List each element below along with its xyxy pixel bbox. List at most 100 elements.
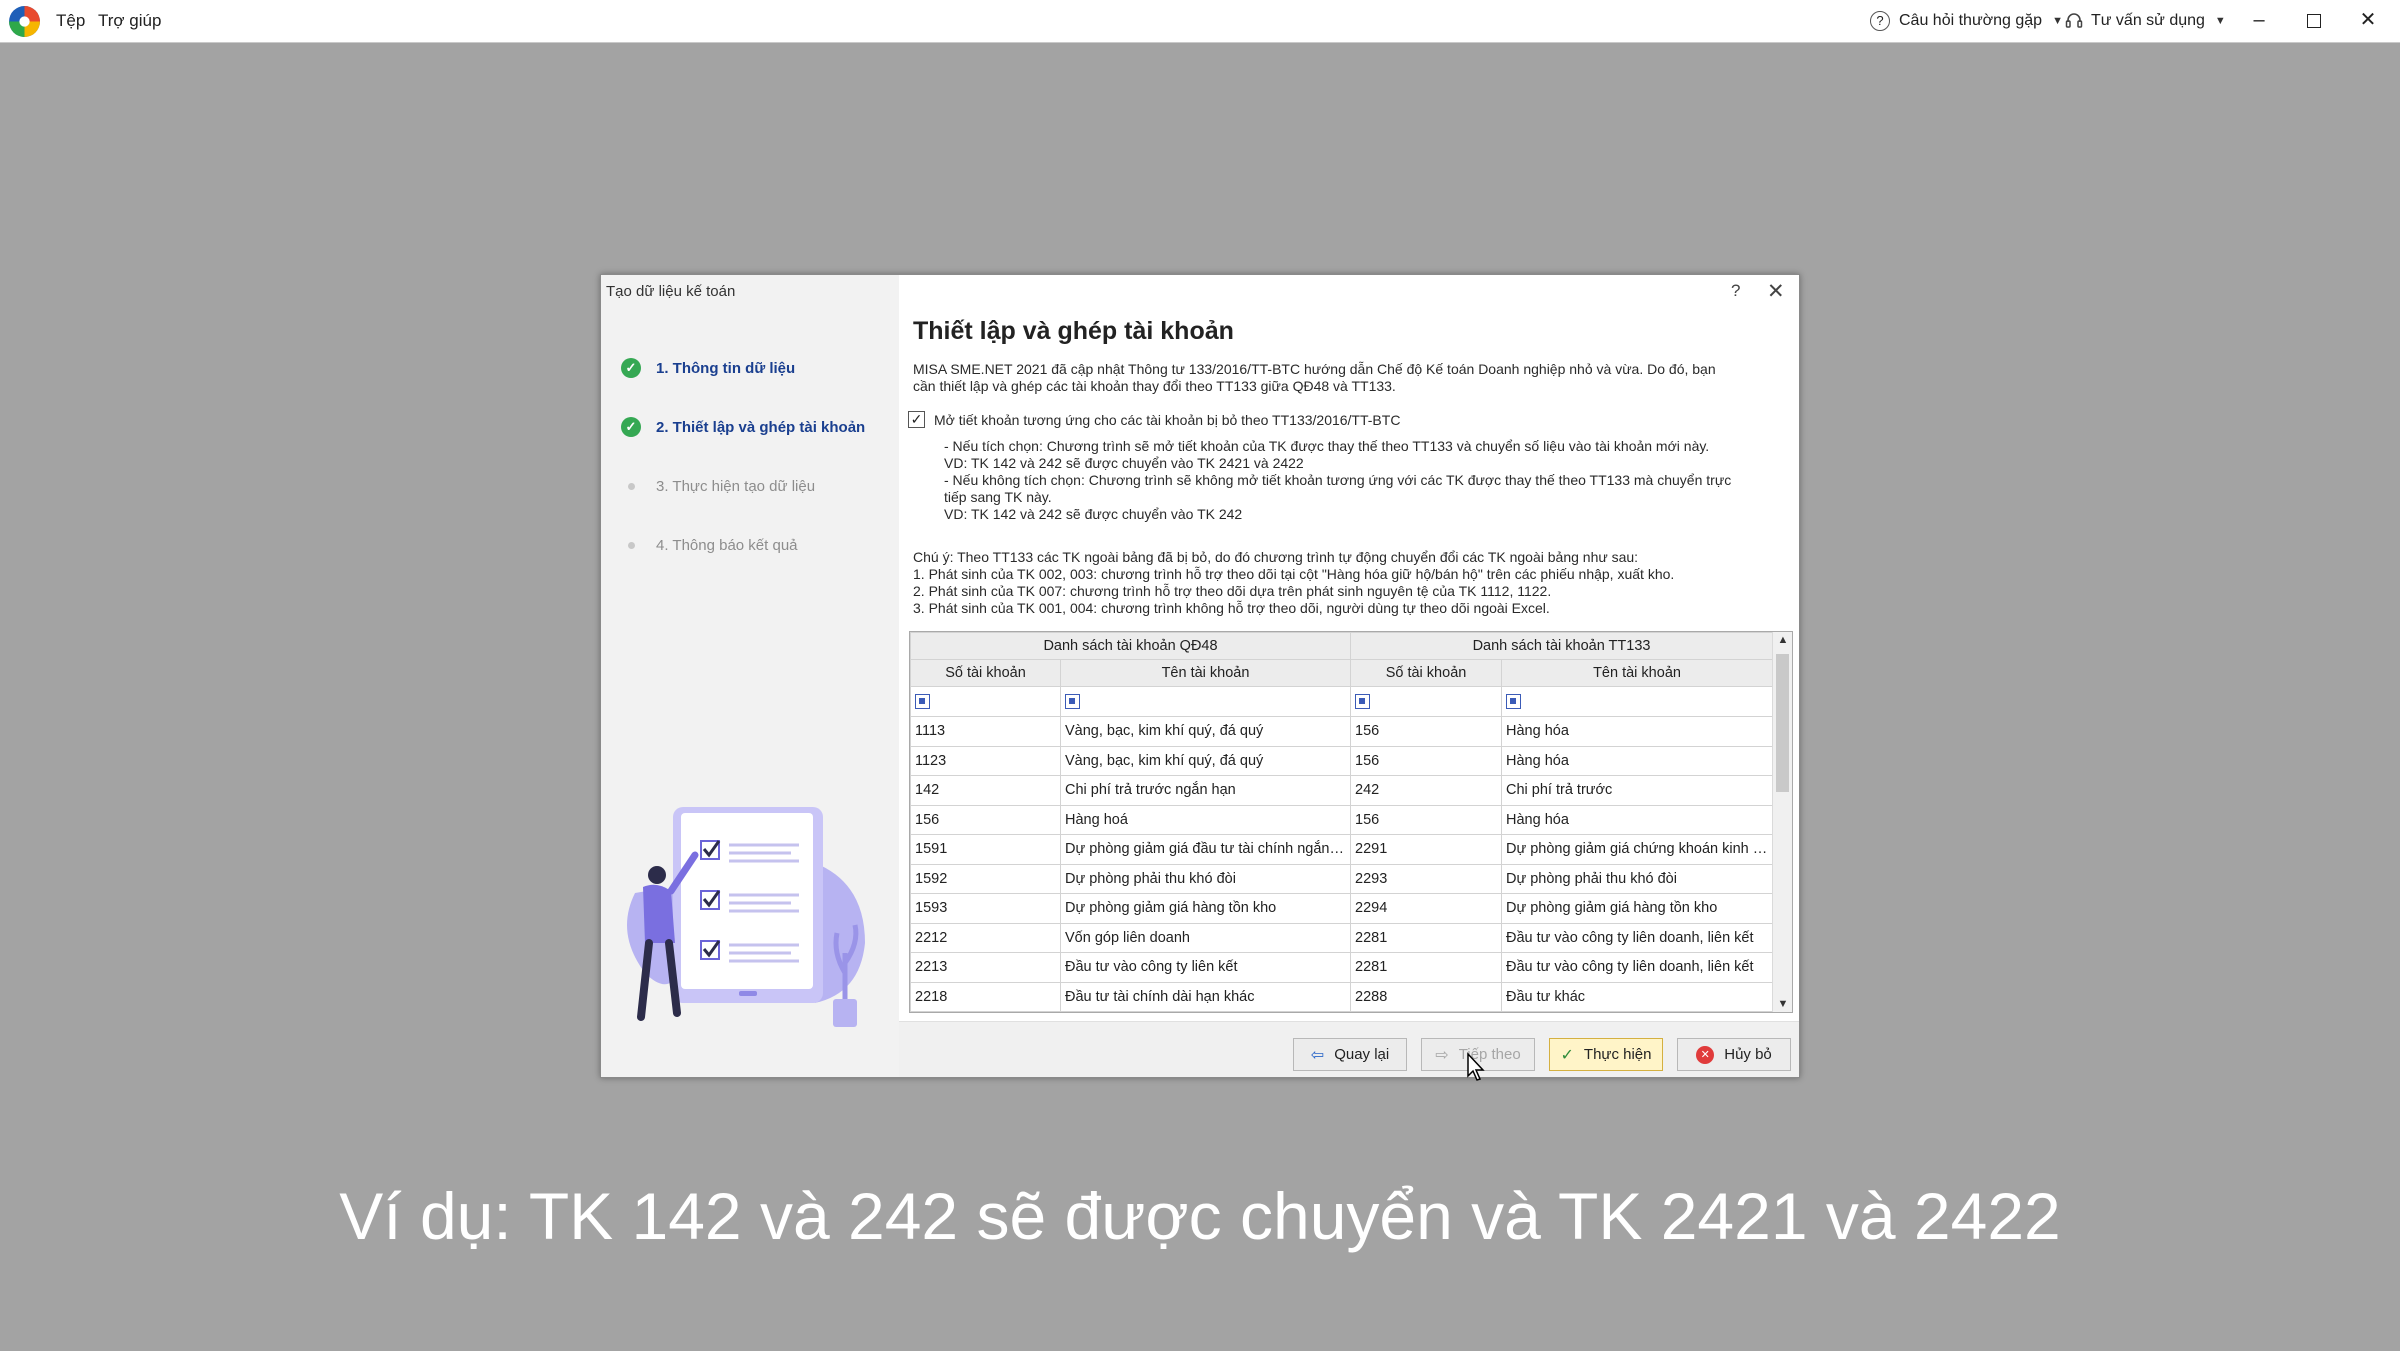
table-cell[interactable]: 156 bbox=[1350, 716, 1503, 747]
step-dot-icon bbox=[621, 541, 641, 549]
table-cell[interactable]: 2293 bbox=[1350, 863, 1503, 894]
table-row[interactable]: 2213 Đầu tư vào công ty liên kết 2281 Đầu t… bbox=[910, 952, 1774, 983]
dialog-window-title: Tạo dữ liệu kế toán bbox=[606, 283, 736, 300]
table-cell[interactable]: 156 bbox=[1350, 804, 1503, 835]
table-cell[interactable]: Đầu tư khác bbox=[1501, 981, 1774, 1012]
dialog-close-button[interactable]: ✕ bbox=[1767, 279, 1785, 304]
table-cell[interactable]: Dự phòng giảm giá hàng tồn kho bbox=[1059, 893, 1352, 924]
table-cell[interactable]: Đầu tư vào công ty liên doanh, liên kết bbox=[1501, 922, 1774, 953]
filter-icon[interactable] bbox=[1065, 694, 1080, 710]
table-row[interactable]: 1113 Vàng, bạc, kim khí quý, đá quý 156 Hàn… bbox=[910, 716, 1774, 747]
menu-help[interactable]: Trợ giúp bbox=[98, 11, 161, 31]
table-cell[interactable]: Dự phòng phải thu khó đòi bbox=[1059, 863, 1352, 894]
table-row[interactable]: 156 Hàng hoá 156 Hàng hóa bbox=[910, 804, 1774, 835]
table-cell[interactable]: Hàng hoá bbox=[1059, 804, 1352, 835]
table-cell[interactable]: Dự phòng giảm giá chứng khoán kinh doanh bbox=[1501, 834, 1774, 865]
table-cell[interactable]: 156 bbox=[910, 804, 1061, 835]
headset-icon bbox=[2065, 13, 2083, 28]
table-row[interactable]: 1593 Dự phòng giảm giá hàng tồn kho 2294 Dự… bbox=[910, 893, 1774, 924]
intro-text-2: cần thiết lập và ghép các tài khoản thay… bbox=[913, 378, 1396, 394]
consult-dropdown[interactable]: Tư vấn sử dụng ▼ bbox=[2064, 6, 2226, 36]
close-window-button[interactable]: ✕ bbox=[2351, 3, 2385, 37]
wizard-step-2: ✓ 2. Thiết lập và ghép tài khoản bbox=[621, 414, 865, 440]
table-row[interactable]: 2212 Vốn góp liên doanh 2281 Đầu tư vào côn… bbox=[910, 922, 1774, 953]
option-line: tiếp sang TK này. bbox=[944, 489, 1052, 505]
table-cell[interactable]: 1592 bbox=[910, 863, 1061, 894]
table-cell[interactable]: 156 bbox=[1350, 745, 1503, 776]
table-cell[interactable]: Chi phí trả trước ngắn hạn bbox=[1059, 775, 1352, 806]
consult-label: Tư vấn sử dụng bbox=[2091, 12, 2205, 29]
table-cell[interactable]: Dự phòng giảm giá hàng tồn kho bbox=[1501, 893, 1774, 924]
table-row[interactable]: 2218 Đầu tư tài chính dài hạn khác 2288 Đầu… bbox=[910, 981, 1774, 1012]
filter-icon[interactable] bbox=[1506, 694, 1522, 710]
table-cell[interactable]: 2288 bbox=[1350, 981, 1503, 1012]
table-cell[interactable]: Đầu tư tài chính dài hạn khác bbox=[1059, 981, 1352, 1012]
table-cell[interactable]: 2281 bbox=[1350, 952, 1503, 983]
col-header-account-no[interactable]: Số tài khoản bbox=[1350, 659, 1503, 687]
option-line: VD: TK 142 và 242 sẽ được chuyển vào TK … bbox=[944, 506, 1243, 522]
maximize-button[interactable] bbox=[2297, 3, 2331, 37]
wizard-sidebar: Tạo dữ liệu kế toán ✓ 1. Thông tin dữ li… bbox=[601, 275, 899, 1077]
filter-cell[interactable] bbox=[1501, 686, 1774, 717]
table-cell[interactable]: Chi phí trả trước bbox=[1501, 775, 1774, 806]
table-cell[interactable]: Hàng hóa bbox=[1501, 716, 1774, 747]
table-cell[interactable]: Vốn góp liên doanh bbox=[1059, 922, 1352, 953]
dialog-help-button[interactable]: ? bbox=[1731, 281, 1740, 301]
back-label: Quay lại bbox=[1334, 1046, 1390, 1063]
filter-cell[interactable] bbox=[910, 686, 1061, 717]
table-cell[interactable]: 2294 bbox=[1350, 893, 1503, 924]
table-cell[interactable]: Đầu tư vào công ty liên doanh, liên kết bbox=[1501, 952, 1774, 983]
menu-file[interactable]: Tệp bbox=[56, 11, 85, 31]
filter-icon[interactable] bbox=[1355, 694, 1371, 710]
table-row[interactable]: 1591 Dự phòng giảm giá đầu tư tài chính n… bbox=[910, 834, 1774, 865]
wizard-step-1: ✓ 1. Thông tin dữ liệu bbox=[621, 355, 795, 381]
table-row[interactable]: 1592 Dự phòng phải thu khó đòi 2293 Dự phòn… bbox=[910, 863, 1774, 894]
minimize-button[interactable]: – bbox=[2242, 3, 2276, 37]
scroll-down-icon[interactable]: ▼ bbox=[1773, 998, 1792, 1010]
open-subaccount-checkbox[interactable]: ✓ bbox=[908, 411, 925, 428]
faq-dropdown[interactable]: ? Câu hỏi thường gặp ▼ bbox=[1870, 6, 2063, 36]
arrow-left-icon: ⇦ bbox=[1310, 1046, 1325, 1064]
step-label: 4. Thông báo kết quả bbox=[656, 536, 798, 554]
table-cell[interactable]: Dự phòng giảm giá đầu tư tài chính ngắn … bbox=[1059, 834, 1352, 865]
scroll-up-icon[interactable]: ▲ bbox=[1773, 634, 1792, 646]
cancel-button[interactable]: ✕ Hủy bỏ bbox=[1677, 1038, 1791, 1071]
table-cell[interactable]: 1593 bbox=[910, 893, 1061, 924]
scroll-thumb[interactable] bbox=[1776, 654, 1789, 792]
step-label: 3. Thực hiện tạo dữ liệu bbox=[656, 477, 816, 495]
table-cell[interactable]: 1123 bbox=[910, 745, 1061, 776]
execute-button[interactable]: ✓ Thực hiện bbox=[1549, 1038, 1663, 1071]
table-cell[interactable]: 2213 bbox=[910, 952, 1061, 983]
table-row[interactable]: 1123 Vàng, bạc, kim khí quý, đá quý 156 Hàn… bbox=[910, 745, 1774, 776]
table-cell[interactable]: Hàng hóa bbox=[1501, 745, 1774, 776]
table-cell[interactable]: 2281 bbox=[1350, 922, 1503, 953]
cancel-circle-icon: ✕ bbox=[1696, 1045, 1715, 1064]
table-cell[interactable]: Vàng, bạc, kim khí quý, đá quý bbox=[1059, 745, 1352, 776]
filter-icon[interactable] bbox=[915, 694, 930, 710]
table-cell[interactable]: 1113 bbox=[910, 716, 1061, 747]
arrow-right-icon: ⇨ bbox=[1435, 1046, 1449, 1064]
checkmark-icon: ✓ bbox=[910, 411, 923, 427]
table-cell[interactable]: Vàng, bạc, kim khí quý, đá quý bbox=[1059, 716, 1352, 747]
table-cell[interactable]: 2291 bbox=[1350, 834, 1503, 865]
grid-scrollbar[interactable]: ▲ ▼ bbox=[1772, 632, 1792, 1012]
checklist-illustration bbox=[627, 807, 865, 1027]
chevron-down-icon: ▼ bbox=[2052, 15, 2063, 27]
filter-cell[interactable] bbox=[1059, 686, 1352, 717]
table-cell[interactable]: 2218 bbox=[910, 981, 1061, 1012]
col-header-account-name[interactable]: Tên tài khoản bbox=[1059, 659, 1352, 687]
col-header-account-name[interactable]: Tên tài khoản bbox=[1501, 659, 1774, 687]
table-cell[interactable]: Hàng hóa bbox=[1501, 804, 1774, 835]
table-cell[interactable]: 1591 bbox=[910, 834, 1061, 865]
group-header-tt133: Danh sách tài khoản TT133 bbox=[1350, 632, 1774, 660]
table-cell[interactable]: 242 bbox=[1350, 775, 1503, 806]
table-row[interactable]: 142 Chi phí trả trước ngắn hạn 242 Chi phí … bbox=[910, 775, 1774, 806]
table-cell[interactable]: Dự phòng phải thu khó đòi bbox=[1501, 863, 1774, 894]
page-title: Thiết lập và ghép tài khoản bbox=[913, 317, 1234, 345]
filter-cell[interactable] bbox=[1350, 686, 1503, 717]
table-cell[interactable]: 2212 bbox=[910, 922, 1061, 953]
back-button[interactable]: ⇦ Quay lại bbox=[1293, 1038, 1407, 1071]
table-cell[interactable]: 142 bbox=[910, 775, 1061, 806]
col-header-account-no[interactable]: Số tài khoản bbox=[910, 659, 1061, 687]
table-cell[interactable]: Đầu tư vào công ty liên kết bbox=[1059, 952, 1352, 983]
